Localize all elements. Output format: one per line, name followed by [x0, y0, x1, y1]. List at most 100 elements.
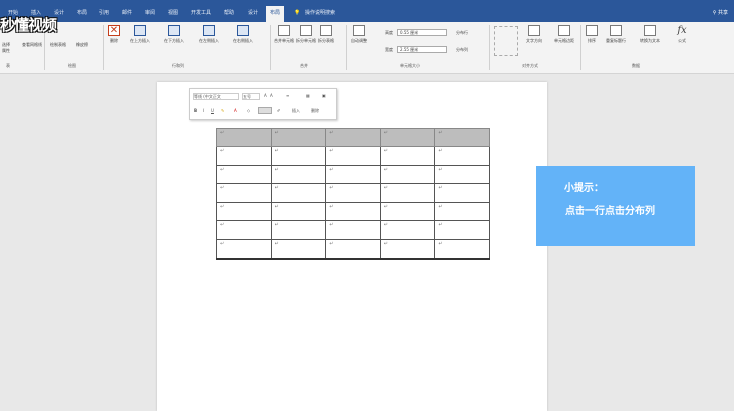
group-separator — [346, 25, 347, 70]
lightbulb-icon: 💡 — [294, 10, 301, 16]
repeat-header-button[interactable]: 重复标题行 — [606, 25, 626, 44]
table-row: ↵ ↵ ↵ ↵ ↵ — [216, 183, 490, 203]
group-rows-cols-label: 行和列 — [172, 63, 184, 68]
insert-right-button[interactable]: 在右侧插入 — [233, 25, 253, 44]
split-cells-button[interactable]: 拆分单元格 — [296, 25, 316, 44]
borders-icon[interactable]: ▣ — [322, 93, 326, 98]
draw-table-button[interactable]: 绘制表格 — [50, 42, 66, 48]
merge-cells-button[interactable]: 合并单元格 — [274, 25, 294, 44]
distribute-cols-button[interactable]: 分布列 — [456, 47, 468, 53]
col-width-input[interactable]: 2.55 厘米 — [397, 46, 447, 53]
grow-font-icon[interactable]: A — [264, 93, 267, 98]
height-label: 高度 — [385, 30, 393, 35]
table-cell[interactable]: ↵ — [325, 238, 381, 260]
text-direction-icon — [528, 25, 540, 36]
table-cell[interactable]: ↵ — [325, 220, 381, 240]
tab-table-design[interactable]: 设计 — [248, 8, 258, 18]
table-cell[interactable]: ↵ — [434, 183, 490, 203]
underline-icon[interactable]: U — [211, 108, 214, 113]
table-cell[interactable]: ↵ — [434, 146, 490, 166]
table-cell[interactable]: ↵ — [325, 146, 381, 166]
font-color-icon[interactable]: A — [234, 108, 237, 113]
table-cell[interactable]: ↵ — [270, 238, 327, 260]
italic-icon[interactable]: I — [203, 108, 204, 113]
properties-button[interactable]: 属性 — [2, 48, 10, 54]
text-direction-button[interactable]: 文字方向 — [526, 25, 542, 44]
table-cell[interactable]: ↵ — [434, 127, 490, 148]
table-cell[interactable]: ↵ — [379, 183, 436, 203]
convert-to-text-button[interactable]: 转换为文本 — [640, 25, 660, 44]
tab-table-layout[interactable]: 布局 — [266, 6, 285, 22]
table-cell[interactable]: ↵ — [270, 164, 327, 185]
table-cell[interactable]: ↵ — [216, 146, 272, 166]
styles-icon[interactable]: ≡ — [286, 93, 289, 98]
table-cell[interactable]: ↵ — [434, 164, 490, 185]
table-cell[interactable]: ↵ — [325, 164, 381, 185]
insert-below-icon — [168, 25, 180, 36]
table-cell[interactable]: ↵ — [325, 201, 381, 222]
autofit-button[interactable]: 自动调整 — [351, 25, 367, 44]
table-cell[interactable]: ↵ — [379, 238, 436, 260]
table-cell[interactable]: ↵ — [434, 220, 490, 240]
table-cell[interactable]: ↵ — [379, 220, 436, 240]
tip-text: 点击一行点击分布列 — [565, 206, 655, 217]
formula-button[interactable]: fx 公式 — [676, 25, 688, 44]
tab-review[interactable]: 审阅 — [145, 8, 155, 18]
tab-mailings[interactable]: 邮件 — [122, 8, 132, 18]
table-cell[interactable]: ↵ — [270, 201, 327, 222]
row-height-input[interactable]: 0.55 厘米 — [397, 29, 447, 36]
tell-me-search[interactable]: 操作说明搜索 — [305, 8, 335, 18]
group-data-label: 数据 — [632, 63, 640, 68]
insert-button[interactable]: 插入 — [292, 108, 300, 114]
shading-icon[interactable]: ▦ — [306, 93, 310, 98]
table-cell[interactable]: ↵ — [379, 201, 436, 222]
document-table[interactable]: ↵ ↵ ↵ ↵ ↵ ↵ ↵ ↵ ↵ ↵ ↵ ↵ ↵ ↵ ↵ ↵ ↵ ↵ ↵ ↵ ↵ ↵ ↵ ↵ ↵ ↵ ↵ ↵ ↵ ↵ ↵ ↵ ↵ ↵ ↵ — [216, 127, 490, 260]
table-cell[interactable]: ↵ — [270, 146, 327, 166]
table-cell[interactable]: ↵ — [216, 127, 272, 148]
cell-margins-button[interactable]: 单元格边距 — [554, 25, 574, 44]
table-cell[interactable]: ↵ — [216, 183, 272, 203]
font-size-select[interactable]: 五号 — [242, 93, 260, 100]
table-cell[interactable]: ↵ — [216, 201, 272, 222]
table-cell[interactable]: ↵ — [325, 183, 381, 203]
split-table-button[interactable]: 拆分表格 — [318, 25, 334, 44]
format-painter-icon[interactable]: ✐ — [277, 108, 280, 113]
tab-help[interactable]: 帮助 — [224, 8, 234, 18]
tab-developer[interactable]: 开发工具 — [191, 8, 211, 18]
table-cell[interactable]: ↵ — [270, 220, 327, 240]
table-cell[interactable]: ↵ — [434, 238, 490, 260]
insert-above-icon — [134, 25, 146, 36]
highlight-icon[interactable]: ✎ — [221, 108, 224, 113]
table-cell[interactable]: ↵ — [216, 164, 272, 185]
font-name-select[interactable]: 等线 (中文正文 — [193, 93, 239, 100]
table-cell[interactable]: ↵ — [216, 238, 272, 260]
table-cell[interactable]: ↵ — [270, 127, 327, 148]
table-cell[interactable]: ↵ — [434, 201, 490, 222]
insert-below-button[interactable]: 在下方插入 — [164, 25, 184, 44]
table-cell[interactable]: ↵ — [379, 127, 436, 148]
eraser-button[interactable]: 橡皮擦 — [76, 42, 88, 48]
insert-above-button[interactable]: 在上方插入 — [130, 25, 150, 44]
group-cell-size-label: 单元格大小 — [400, 63, 420, 68]
sort-button[interactable]: 排序 — [586, 25, 598, 44]
shrink-font-icon[interactable]: A — [270, 93, 273, 98]
table-cell[interactable]: ↵ — [325, 127, 381, 148]
table-cell[interactable]: ↵ — [379, 146, 436, 166]
paint-bucket-icon[interactable]: ◇ — [247, 108, 250, 113]
table-row: ↵ ↵ ↵ ↵ ↵ — [216, 201, 490, 222]
view-gridlines-button[interactable]: 查看网格线 — [22, 42, 42, 48]
delete-mini-button[interactable]: 删除 — [311, 108, 319, 114]
group-separator — [580, 25, 581, 70]
share-button[interactable]: ⚲ 共享 — [713, 9, 728, 16]
table-cell[interactable]: ↵ — [270, 183, 327, 203]
border-style-icon[interactable] — [258, 107, 272, 114]
table-row: ↵ ↵ ↵ ↵ ↵ — [216, 146, 490, 166]
insert-left-button[interactable]: 在左侧插入 — [199, 25, 219, 44]
table-cell[interactable]: ↵ — [216, 220, 272, 240]
alignment-grid[interactable] — [494, 26, 518, 56]
tab-view[interactable]: 视图 — [168, 8, 178, 18]
group-draw-label: 绘图 — [68, 63, 76, 68]
bold-icon[interactable]: B — [194, 108, 197, 113]
table-cell[interactable]: ↵ — [379, 164, 436, 185]
distribute-rows-button[interactable]: 分布行 — [456, 30, 468, 36]
